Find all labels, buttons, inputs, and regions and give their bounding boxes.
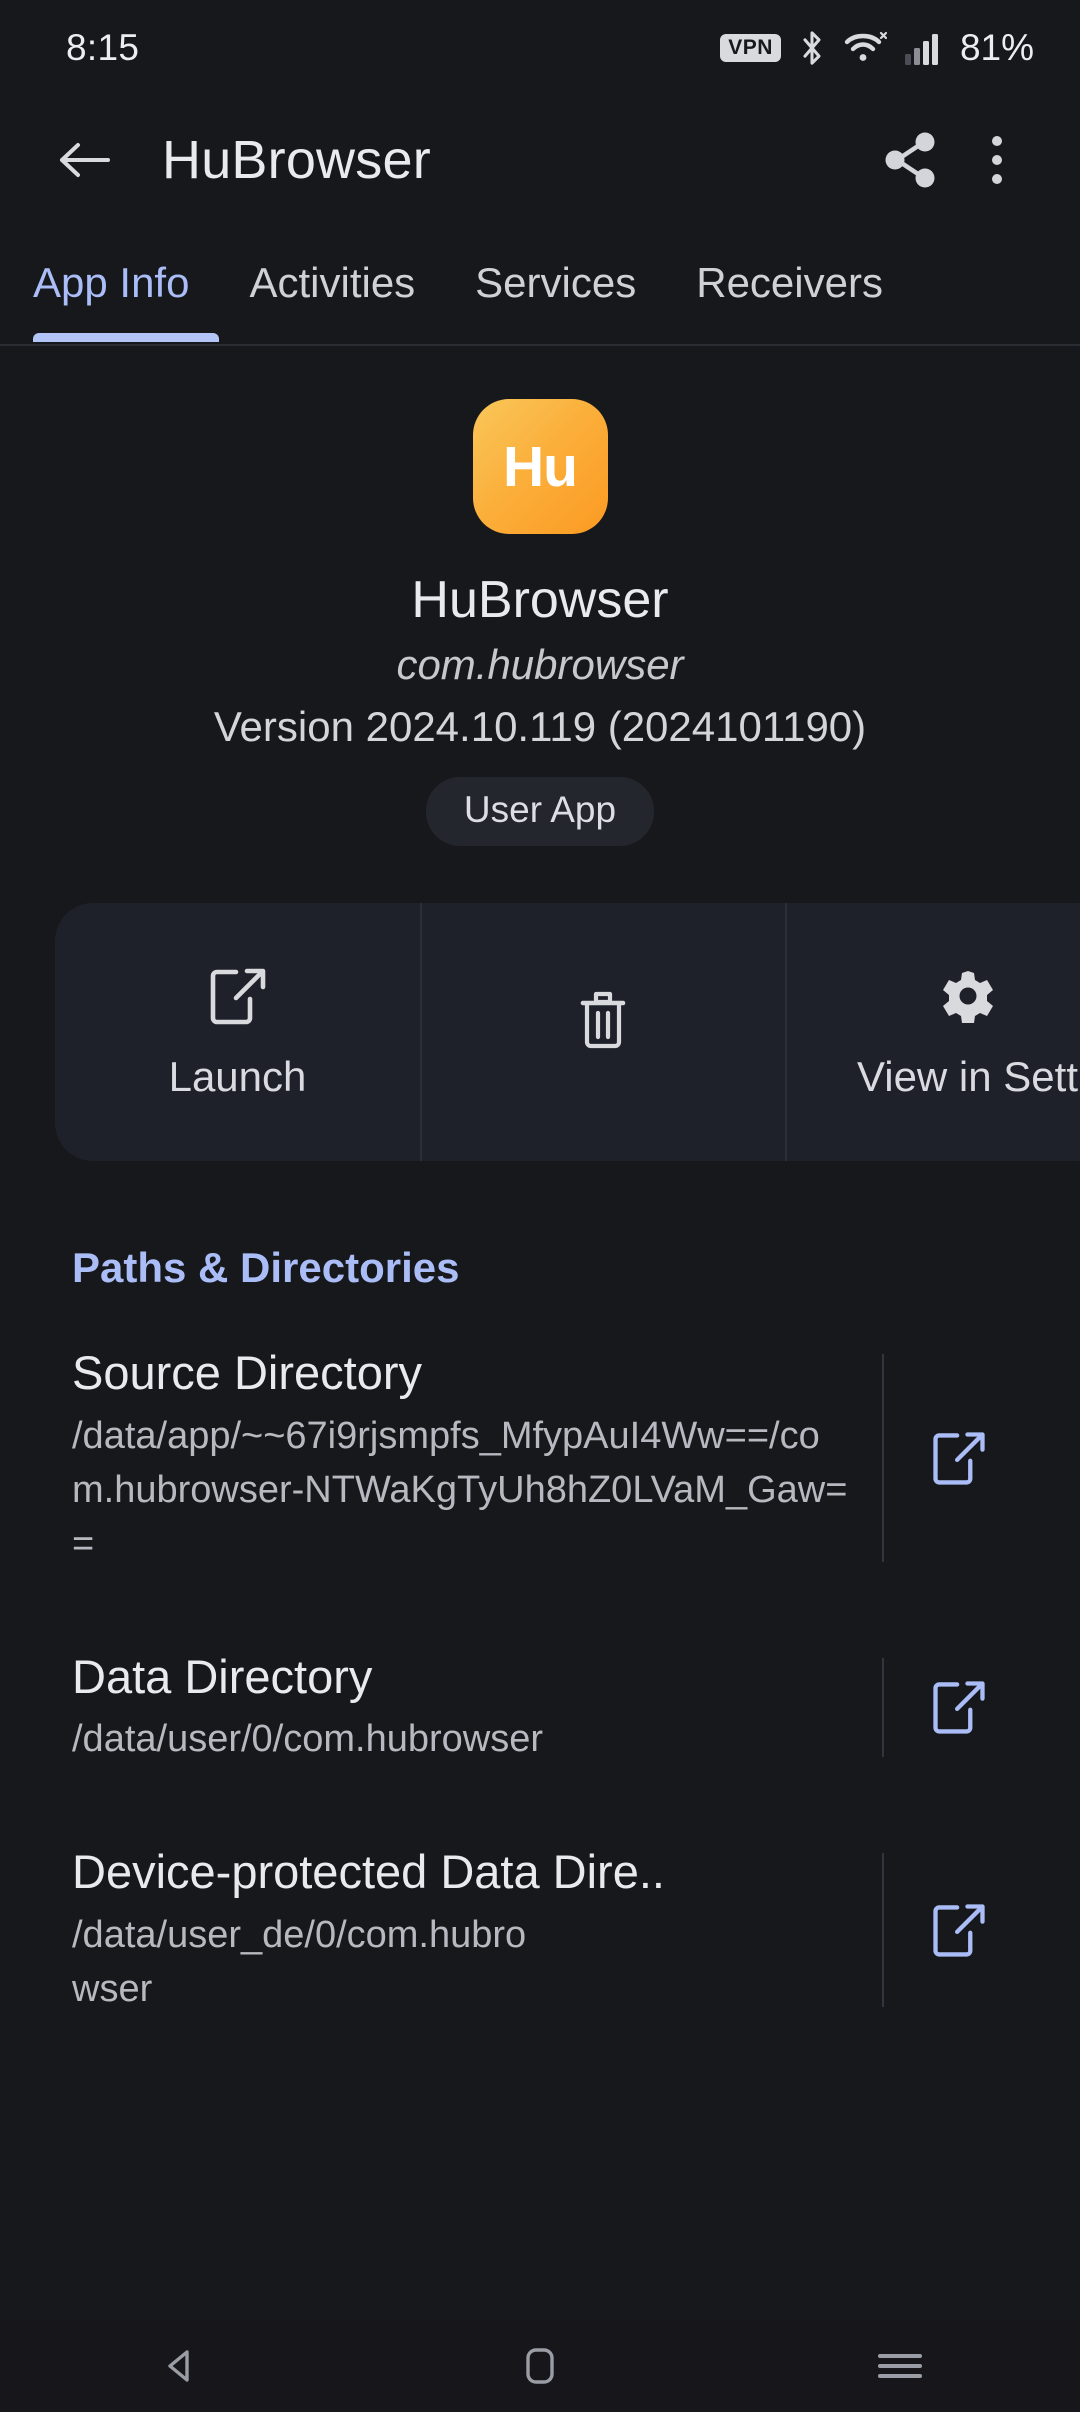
view-in-settings-button[interactable]: View in Sett xyxy=(785,903,1080,1161)
path-text: Source Directory /data/app/~~67i9rjsmpfs… xyxy=(72,1344,882,1572)
back-button[interactable] xyxy=(46,122,122,198)
path-value: /data/app/~~67i9rjsmpfs_MfypAuI4Ww==/com… xyxy=(72,1410,852,1572)
open-data-directory-button[interactable] xyxy=(884,1676,1034,1738)
path-text: Device-protected Data Dire.. /data/user_… xyxy=(72,1843,882,2017)
scroll-content[interactable]: Hu HuBrowser com.hubrowser Version 2024.… xyxy=(0,346,1080,2412)
status-bar: 8:15 VPN 81% xyxy=(0,0,1080,96)
action-label: View in Sett xyxy=(857,1053,1078,1101)
gear-icon xyxy=(935,963,1001,1029)
wifi-no-internet-icon xyxy=(843,29,887,67)
app-screen: 8:15 VPN 81% xyxy=(0,0,1080,2412)
open-in-new-icon xyxy=(928,1899,990,1961)
app-bar: HuBrowser xyxy=(0,96,1080,224)
actions-scroller[interactable]: Launch View in Sett xyxy=(0,903,1080,1161)
path-row-source-directory[interactable]: Source Directory /data/app/~~67i9rjsmpfs… xyxy=(0,1344,1080,1572)
battery-percentage: 81% xyxy=(960,27,1034,69)
open-in-new-icon xyxy=(205,963,271,1029)
delete-trash-icon xyxy=(570,987,636,1053)
path-label: Device-protected Data Dire.. xyxy=(72,1843,852,1902)
app-icon: Hu xyxy=(473,399,608,534)
app-version: Version 2024.10.119 (2024101190) xyxy=(214,703,866,751)
path-value: /data/user/0/com.hubrowser xyxy=(72,1713,852,1767)
cellular-signal-icon xyxy=(904,29,940,67)
nav-back-button[interactable] xyxy=(90,2320,270,2412)
bluetooth-icon xyxy=(798,29,826,67)
tab-services[interactable]: Services xyxy=(445,224,666,342)
app-name: HuBrowser xyxy=(411,570,668,630)
nav-recents-icon xyxy=(878,2348,922,2384)
more-vert-icon xyxy=(992,136,1002,184)
tab-receivers[interactable]: Receivers xyxy=(666,224,913,342)
page-title: HuBrowser xyxy=(162,129,868,191)
arrow-back-icon xyxy=(56,137,112,183)
path-label: Source Directory xyxy=(72,1344,852,1403)
nav-recents-button[interactable] xyxy=(810,2320,990,2412)
action-label: Launch xyxy=(169,1053,307,1101)
app-summary: Hu HuBrowser com.hubrowser Version 2024.… xyxy=(0,346,1080,846)
path-row-data-directory[interactable]: Data Directory /data/user/0/com.hubrowse… xyxy=(0,1648,1080,1768)
path-label: Data Directory xyxy=(72,1648,852,1707)
uninstall-button[interactable] xyxy=(420,903,785,1161)
vpn-badge-icon: VPN xyxy=(720,34,781,62)
open-source-directory-button[interactable] xyxy=(884,1427,1034,1489)
section-title-paths: Paths & Directories xyxy=(0,1161,1080,1292)
nav-home-button[interactable] xyxy=(450,2320,630,2412)
tab-app-info[interactable]: App Info xyxy=(33,224,219,342)
nav-home-icon xyxy=(520,2342,560,2390)
tab-label: Receivers xyxy=(696,259,883,307)
nav-back-icon xyxy=(158,2344,202,2388)
launch-button[interactable]: Launch xyxy=(55,903,420,1161)
tab-activities[interactable]: Activities xyxy=(219,224,445,342)
open-device-protected-directory-button[interactable] xyxy=(884,1899,1034,1961)
tab-label: Activities xyxy=(249,259,415,307)
path-text: Data Directory /data/user/0/com.hubrowse… xyxy=(72,1648,882,1768)
share-button[interactable] xyxy=(868,117,954,203)
actions-card: Launch View in Sett xyxy=(55,903,1080,1161)
system-navigation-bar xyxy=(0,2320,1080,2412)
status-badge: User App xyxy=(426,777,654,846)
open-in-new-icon xyxy=(928,1427,990,1489)
overflow-menu-button[interactable] xyxy=(954,117,1040,203)
app-package-name: com.hubrowser xyxy=(396,641,683,689)
tab-bar: App Info Activities Services Receivers xyxy=(0,224,1080,346)
tab-label: Services xyxy=(475,259,636,307)
status-clock: 8:15 xyxy=(66,27,139,69)
status-icons: VPN 81% xyxy=(720,27,1034,69)
path-row-device-protected-data-directory[interactable]: Device-protected Data Dire.. /data/user_… xyxy=(0,1843,1080,2017)
share-icon xyxy=(883,131,939,189)
path-value: /data/user_de/0/com.hubrowser xyxy=(72,1909,542,2017)
open-in-new-icon xyxy=(928,1676,990,1738)
tab-label: App Info xyxy=(33,259,189,307)
